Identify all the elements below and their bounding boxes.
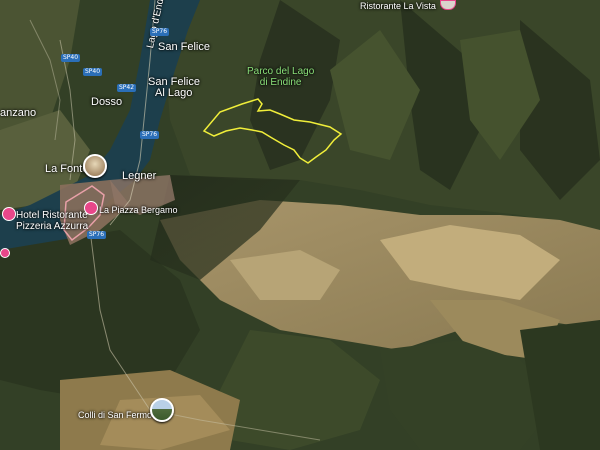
poi-label-hotel-2[interactable]: Pizzeria Azzurra — [16, 221, 88, 233]
road-shield-icon: SP40 — [83, 68, 103, 76]
park-label[interactable]: Parco del Lago di Endine — [247, 66, 314, 88]
poi-label-la-piazza[interactable]: La Piazza Bergamo — [99, 204, 178, 216]
place-label-la-fonte: La Fonte — [45, 163, 89, 175]
place-label-legner: Legner — [122, 170, 157, 182]
place-label-dosso: Dosso — [91, 96, 123, 108]
place-label-anzano: anzano — [0, 107, 37, 119]
road-shield-icon: SP76 — [87, 231, 107, 239]
road-shield-icon: SP76 — [140, 131, 160, 139]
poi-pin-icon[interactable] — [0, 248, 10, 258]
hotel-pin-icon[interactable] — [2, 207, 16, 221]
park-label-line-1: Parco del Lago — [247, 66, 315, 77]
satellite-map[interactable]: Lago d'Endine Ristorante La Vista San Fe… — [0, 0, 600, 450]
photo-pin-icon[interactable] — [150, 398, 174, 422]
place-label-san-felice-al-lago-2: Al Lago — [155, 87, 193, 99]
road-shield-icon: SP76 — [150, 28, 170, 36]
place-label-top: Ristorante La Vista — [360, 1, 436, 11]
park-label-line-2: di Endine — [259, 77, 302, 88]
restaurant-pin-icon[interactable] — [84, 201, 98, 215]
photo-pin-icon[interactable] — [83, 154, 107, 178]
place-label-colli: Colli di San Fermo — [78, 410, 153, 420]
road-shield-icon: SP42 — [117, 84, 137, 92]
place-label-san-felice: San Felice — [158, 41, 210, 53]
road-shield-icon: SP40 — [61, 54, 81, 62]
